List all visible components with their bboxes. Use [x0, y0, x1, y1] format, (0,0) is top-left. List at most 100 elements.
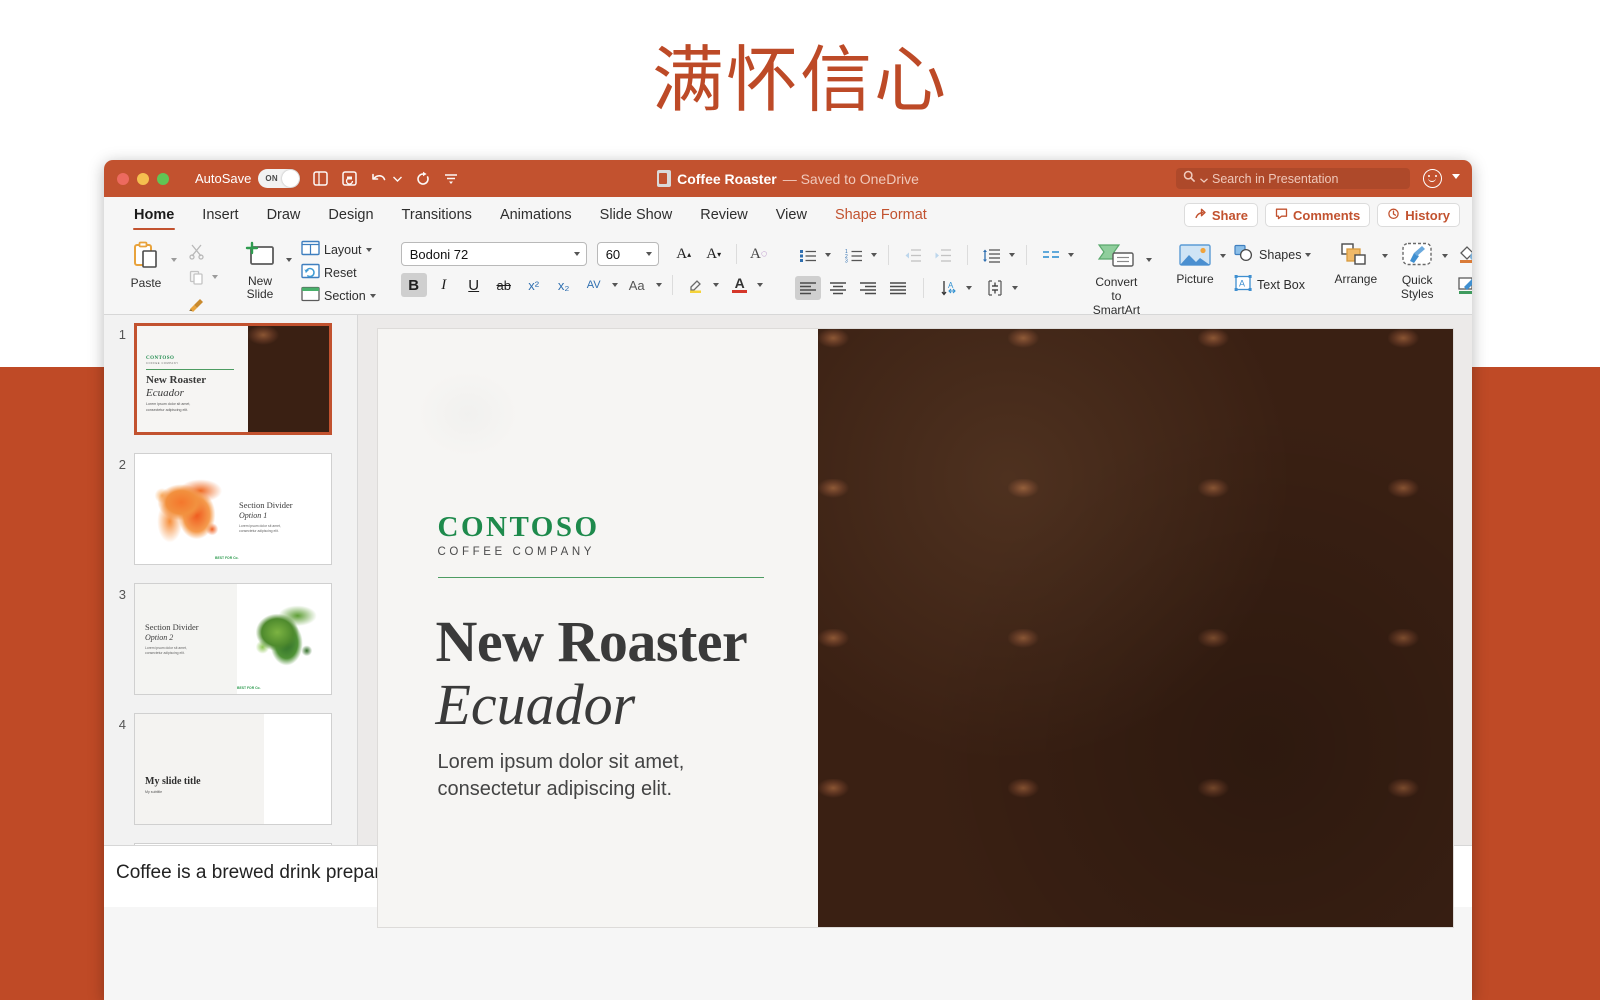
change-case-button[interactable]: Aa	[622, 273, 652, 297]
numbering-caret-icon[interactable]	[870, 253, 877, 257]
text-box-button[interactable]: A Text Box	[1234, 274, 1311, 295]
clear-formatting-icon[interactable]: A ◌	[746, 242, 772, 266]
line-spacing-caret-icon[interactable]	[1008, 253, 1015, 257]
text-highlight-caret-icon[interactable]	[712, 283, 719, 287]
shape-outline-button[interactable]	[1457, 276, 1472, 299]
undo-icon[interactable]	[370, 171, 389, 186]
reset-button[interactable]: Reset	[301, 263, 376, 282]
tab-insert[interactable]: Insert	[188, 207, 252, 231]
justify-icon[interactable]	[885, 276, 911, 300]
new-document-icon[interactable]	[312, 170, 329, 187]
minimize-window-button[interactable]	[137, 172, 149, 185]
text-highlight-icon[interactable]	[683, 273, 709, 297]
shapes-caret-icon[interactable]	[1305, 252, 1312, 257]
font-name-combobox[interactable]: Bodoni 72	[400, 242, 587, 266]
picture-button[interactable]: Picture	[1175, 242, 1215, 286]
text-direction-caret-icon[interactable]	[965, 286, 972, 290]
arrange-button[interactable]: Arrange	[1334, 242, 1377, 286]
search-dropdown-caret-icon[interactable]	[1200, 170, 1208, 188]
smiley-feedback-icon[interactable]	[1423, 169, 1442, 188]
slide-subtitle[interactable]: Ecuador	[436, 673, 636, 737]
thumbnail-item-4[interactable]: 4 My slide title My subtitle	[104, 695, 357, 825]
font-color-button[interactable]: A	[727, 273, 753, 297]
align-text-icon[interactable]	[982, 276, 1008, 300]
smartart-caret-icon[interactable]	[1146, 258, 1153, 262]
share-button[interactable]: Share	[1183, 203, 1259, 227]
customize-toolbar-icon[interactable]	[444, 173, 458, 185]
slide-thumbnail-panel[interactable]: 1 CONTOSO COFFEE COMPANY New Roaster Ecu…	[104, 315, 358, 845]
close-window-button[interactable]	[117, 172, 129, 185]
bullets-icon[interactable]	[795, 243, 821, 267]
arrange-caret-icon[interactable]	[1382, 254, 1389, 258]
undo-dropdown-caret-icon[interactable]	[393, 176, 403, 182]
window-traffic-lights[interactable]	[117, 172, 169, 185]
section-dropdown-caret-icon[interactable]	[369, 293, 376, 298]
decrease-indent-icon[interactable]	[900, 243, 926, 267]
tab-animations[interactable]: Animations	[486, 207, 586, 231]
character-spacing-caret-icon[interactable]	[611, 283, 618, 287]
slide-body-text[interactable]: Lorem ipsum dolor sit amet, consectetur …	[438, 749, 778, 803]
paste-dropdown-caret-icon[interactable]	[171, 258, 177, 262]
font-size-combobox[interactable]: 60	[596, 242, 659, 266]
save-refresh-icon[interactable]	[341, 170, 358, 187]
slide-title[interactable]: New Roaster	[436, 611, 748, 673]
decrease-font-size-button[interactable]: A ▾	[701, 242, 727, 266]
search-input[interactable]: Search in Presentation	[1176, 168, 1410, 189]
increase-indent-icon[interactable]	[930, 243, 956, 267]
history-button[interactable]: History	[1377, 203, 1460, 227]
slide-editor-pane[interactable]: CONTOSO COFFEE COMPANY New Roaster Ecuad…	[358, 315, 1472, 927]
convert-to-smartart-button[interactable]: Convert to SmartArt	[1093, 242, 1140, 317]
bullets-caret-icon[interactable]	[824, 253, 831, 257]
autosave-toggle[interactable]: ON	[258, 169, 301, 188]
slide-image-half[interactable]	[817, 329, 1453, 927]
redo-icon[interactable]	[414, 171, 432, 187]
italic-button[interactable]: I	[431, 273, 457, 297]
thumbnail-slide-5[interactable]: About Us Lorem ipsum dolor sit amet, con…	[134, 843, 332, 845]
thumbnail-item-2[interactable]: 2 Section Divider Option 1 Lorem ipsum d…	[104, 435, 357, 565]
align-right-icon[interactable]	[855, 276, 881, 300]
columns-icon[interactable]	[1038, 243, 1064, 267]
line-spacing-icon[interactable]	[979, 243, 1005, 267]
shapes-button[interactable]: Shapes	[1234, 244, 1312, 265]
picture-caret-icon[interactable]	[1220, 254, 1227, 258]
new-slide-dropdown-caret-icon[interactable]	[286, 258, 292, 262]
tab-review[interactable]: Review	[686, 207, 762, 231]
tab-slide-show[interactable]: Slide Show	[586, 207, 687, 231]
increase-font-size-button[interactable]: A ▴	[671, 242, 697, 266]
autosave-control[interactable]: AutoSave ON	[195, 169, 301, 188]
comments-button[interactable]: Comments	[1265, 203, 1371, 227]
align-text-caret-icon[interactable]	[1011, 286, 1018, 290]
change-case-caret-icon[interactable]	[655, 283, 662, 287]
format-painter-icon[interactable]	[184, 292, 208, 314]
shape-fill-button[interactable]	[1457, 244, 1472, 267]
superscript-button[interactable]: x²	[521, 273, 547, 297]
paste-button[interactable]: Paste	[126, 240, 166, 290]
section-button[interactable]: Section	[301, 286, 376, 305]
layout-dropdown-caret-icon[interactable]	[365, 247, 372, 252]
tab-draw[interactable]: Draw	[253, 207, 315, 231]
quick-styles-button[interactable]: Quick Styles	[1397, 242, 1437, 301]
tab-design[interactable]: Design	[314, 207, 387, 231]
underline-button[interactable]: U	[461, 273, 487, 297]
quick-styles-caret-icon[interactable]	[1442, 254, 1449, 258]
new-slide-button[interactable]: New Slide	[240, 240, 280, 301]
character-spacing-button[interactable]: AV	[581, 273, 607, 297]
align-center-icon[interactable]	[825, 276, 851, 300]
tab-shape-format[interactable]: Shape Format	[821, 207, 941, 231]
thumbnail-slide-4[interactable]: My slide title My subtitle	[134, 713, 332, 825]
numbering-icon[interactable]: 123	[841, 243, 867, 267]
maximize-window-button[interactable]	[157, 172, 169, 185]
thumbnail-item-3[interactable]: 3 Section Divider Option 2 Lorem ipsum d…	[104, 565, 357, 695]
subscript-button[interactable]: x₂	[551, 273, 577, 297]
bold-button[interactable]: B	[400, 273, 427, 297]
layout-button[interactable]: Layout	[301, 240, 376, 259]
font-size-caret-icon[interactable]	[645, 252, 652, 256]
copy-button[interactable]	[184, 266, 218, 288]
columns-caret-icon[interactable]	[1067, 253, 1074, 257]
font-color-caret-icon[interactable]	[756, 283, 763, 287]
thumbnail-slide-3[interactable]: Section Divider Option 2 Lorem ipsum dol…	[134, 583, 332, 695]
align-left-icon[interactable]	[794, 276, 821, 300]
thumbnail-slide-2[interactable]: Section Divider Option 1 Lorem ipsum dol…	[134, 453, 332, 565]
current-slide[interactable]: CONTOSO COFFEE COMPANY New Roaster Ecuad…	[377, 329, 1453, 927]
tab-home[interactable]: Home	[120, 207, 188, 231]
